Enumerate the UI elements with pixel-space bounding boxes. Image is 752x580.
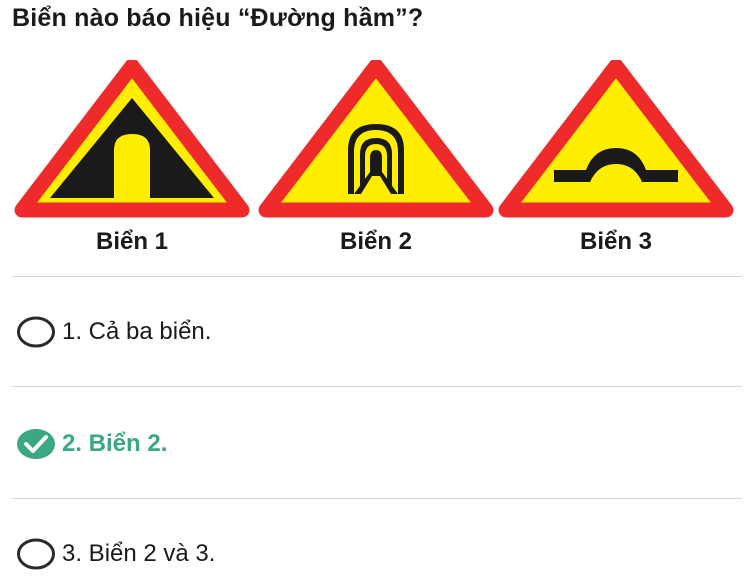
answer-option-1-text: 1. Cả ba biển. [62,318,212,345]
sign-1-label: Biển 1 [95,228,169,255]
radio-empty-icon [16,538,56,570]
sign-2-label: Biển 2 [339,228,413,255]
sign-2-image [258,60,494,226]
question-title: Biển nào báo hiệu “Đường hầm”? [12,4,424,32]
sign-1-image [14,60,250,226]
tunnel-entrance-icon [258,60,494,218]
radio-empty-icon [16,316,56,348]
sign-3-image [498,60,734,226]
divider [12,386,742,387]
answer-option-1[interactable]: 1. Cả ba biển. [16,310,211,354]
check-circle-icon [16,428,56,460]
answer-option-3-text: 3. Biển 2 và 3. [62,540,216,567]
tunnel-road-icon [14,60,250,218]
sign-3-label: Biển 3 [579,228,653,255]
answer-option-3[interactable]: 3. Biển 2 và 3. [16,532,215,576]
answer-option-2[interactable]: 2. Biển 2. [16,422,167,466]
hump-bridge-icon [498,60,734,218]
answer-option-2-text: 2. Biển 2. [62,430,168,457]
divider [12,498,742,499]
divider [12,276,742,277]
